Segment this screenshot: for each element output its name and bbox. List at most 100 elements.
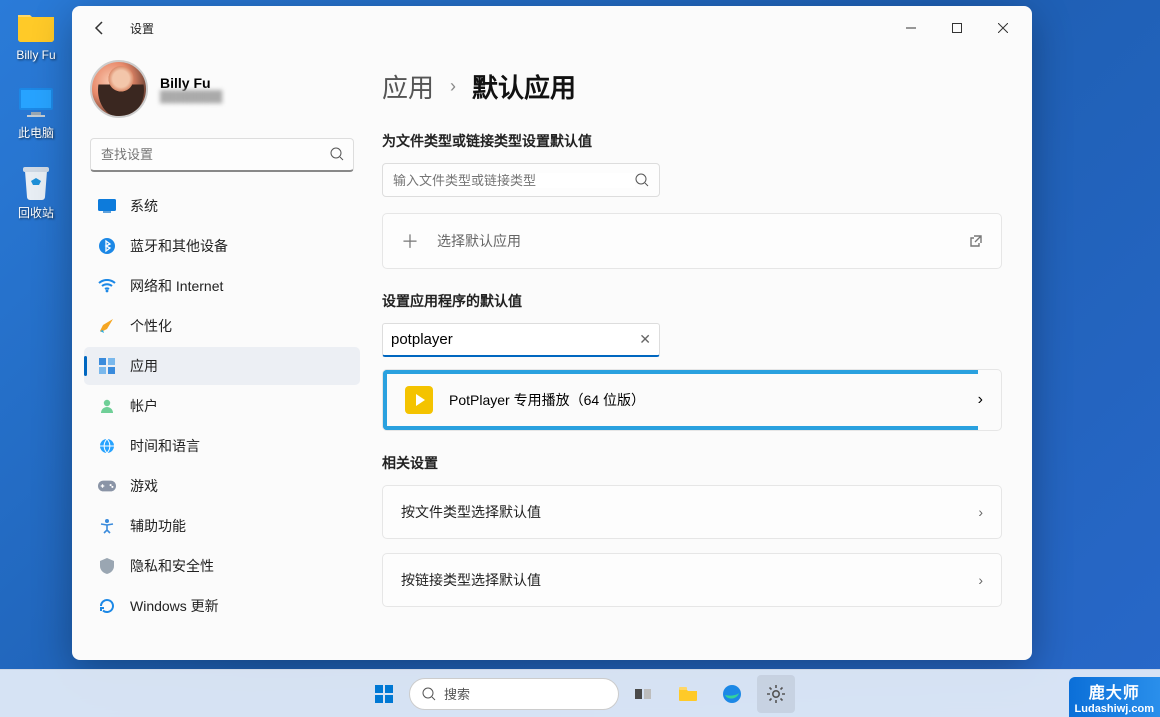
nav-label: Windows 更新: [130, 596, 219, 616]
choose-default-app-card[interactable]: ＋ 选择默认应用: [382, 213, 1002, 269]
nav-label: 隐私和安全性: [130, 556, 214, 576]
clear-button[interactable]: ✕: [639, 331, 651, 348]
nav-accessibility[interactable]: 辅助功能: [84, 507, 360, 545]
minimize-button[interactable]: [888, 12, 934, 44]
search-icon: [422, 687, 436, 701]
section-label-app-default: 设置应用程序的默认值: [382, 291, 1002, 311]
breadcrumb: 应用 › 默认应用: [382, 68, 1002, 105]
folder-icon: [678, 686, 698, 702]
settings-search-input[interactable]: [90, 138, 354, 172]
bluetooth-icon: [98, 237, 116, 255]
chevron-right-icon: ›: [450, 76, 456, 97]
related-item-label: 按文件类型选择默认值: [401, 502, 960, 522]
recycle-bin-icon: [16, 162, 56, 202]
nav-label: 蓝牙和其他设备: [130, 236, 228, 256]
filetype-search-input[interactable]: [393, 173, 635, 188]
nav-apps[interactable]: 应用: [84, 347, 360, 385]
section-label-filetype: 为文件类型或链接类型设置默认值: [382, 131, 1002, 151]
settings-window: 设置 Billy Fu ████████: [72, 6, 1032, 660]
taskbar-settings[interactable]: [757, 675, 795, 713]
nav-privacy[interactable]: 隐私和安全性: [84, 547, 360, 585]
section-label-related: 相关设置: [382, 453, 1002, 473]
wifi-icon: [98, 277, 116, 295]
sidebar: Billy Fu ████████ 系统 蓝牙和其他设备: [72, 50, 372, 660]
nav-bluetooth[interactable]: 蓝牙和其他设备: [84, 227, 360, 265]
search-icon: [635, 173, 649, 187]
minimize-icon: [906, 23, 916, 33]
settings-search[interactable]: [90, 138, 354, 172]
chevron-right-icon: ›: [978, 504, 983, 520]
taskbar-search[interactable]: 搜索: [409, 678, 619, 710]
maximize-button[interactable]: [934, 12, 980, 44]
desktop-icon-user-folder[interactable]: Billy Fu: [6, 6, 66, 62]
app-result-label: PotPlayer 专用播放（64 位版）: [449, 390, 645, 410]
nav-windows-update[interactable]: Windows 更新: [84, 587, 360, 625]
gamepad-icon: [98, 477, 116, 495]
nav-label: 个性化: [130, 316, 172, 336]
update-icon: [98, 597, 116, 615]
nav-system[interactable]: 系统: [84, 187, 360, 225]
close-icon: [998, 23, 1008, 33]
desktop-icon-recycle-bin[interactable]: 回收站: [6, 162, 66, 221]
nav-label: 应用: [130, 356, 158, 376]
taskbar-search-placeholder: 搜索: [444, 684, 470, 703]
nav-personalization[interactable]: 个性化: [84, 307, 360, 345]
titlebar: 设置: [72, 6, 1032, 50]
maximize-icon: [952, 23, 962, 33]
nav: 系统 蓝牙和其他设备 网络和 Internet 个性化 应用: [78, 186, 366, 626]
choose-default-app-label: 选择默认应用: [437, 231, 951, 251]
app-search-input[interactable]: [391, 331, 639, 348]
nav-accounts[interactable]: 帐户: [84, 387, 360, 425]
nav-gaming[interactable]: 游戏: [84, 467, 360, 505]
related-by-linktype[interactable]: 按链接类型选择默认值 ›: [382, 553, 1002, 607]
app-search[interactable]: ✕: [382, 323, 660, 357]
start-button[interactable]: [365, 675, 403, 713]
nav-time-language[interactable]: 时间和语言: [84, 427, 360, 465]
window-title: 设置: [130, 20, 154, 37]
desktop-icon-label: 此电脑: [6, 124, 66, 141]
nav-label: 时间和语言: [130, 436, 200, 456]
nav-label: 系统: [130, 196, 158, 216]
gear-icon: [766, 684, 786, 704]
nav-network[interactable]: 网络和 Internet: [84, 267, 360, 305]
related-item-label: 按链接类型选择默认值: [401, 570, 960, 590]
taskbar-edge[interactable]: [713, 675, 751, 713]
shield-icon: [98, 557, 116, 575]
external-link-icon: [969, 234, 983, 248]
main-content: 应用 › 默认应用 为文件类型或链接类型设置默认值 ＋ 选择默认应用 设置应用程…: [372, 50, 1032, 660]
app-result-row[interactable]: PotPlayer 专用播放（64 位版） ›: [382, 369, 1002, 431]
task-view-icon: [635, 687, 653, 701]
desktop-icon-label: 回收站: [6, 204, 66, 221]
user-icon: [98, 397, 116, 415]
chevron-right-icon: ›: [978, 572, 983, 588]
arrow-left-icon: [93, 21, 107, 35]
task-view-button[interactable]: [625, 675, 663, 713]
chevron-right-icon: ›: [978, 391, 983, 409]
watermark-url: Ludashiwj.com: [1075, 703, 1154, 715]
potplayer-icon: [405, 386, 433, 414]
desktop-icon-this-pc[interactable]: 此电脑: [6, 82, 66, 141]
nav-label: 网络和 Internet: [130, 276, 223, 296]
close-button[interactable]: [980, 12, 1026, 44]
accessibility-icon: [98, 517, 116, 535]
nav-label: 辅助功能: [130, 516, 186, 536]
profile-name: Billy Fu: [160, 75, 222, 91]
back-button[interactable]: [84, 12, 116, 44]
taskbar-explorer[interactable]: [669, 675, 707, 713]
folder-icon: [16, 6, 56, 46]
profile-block[interactable]: Billy Fu ████████: [78, 60, 366, 132]
related-by-filetype[interactable]: 按文件类型选择默认值 ›: [382, 485, 1002, 539]
nav-label: 游戏: [130, 476, 158, 496]
monitor-icon: [16, 82, 56, 122]
brush-icon: [98, 317, 116, 335]
watermark-brand: 鹿大师: [1089, 679, 1140, 703]
watermark: 鹿大师 Ludashiwj.com: [1069, 677, 1160, 717]
breadcrumb-current: 默认应用: [472, 68, 576, 105]
windows-logo-icon: [375, 685, 393, 703]
breadcrumb-parent[interactable]: 应用: [382, 68, 434, 105]
edge-icon: [722, 684, 742, 704]
avatar: [90, 60, 148, 118]
filetype-search[interactable]: [382, 163, 660, 197]
system-icon: [98, 197, 116, 215]
apps-icon: [98, 357, 116, 375]
